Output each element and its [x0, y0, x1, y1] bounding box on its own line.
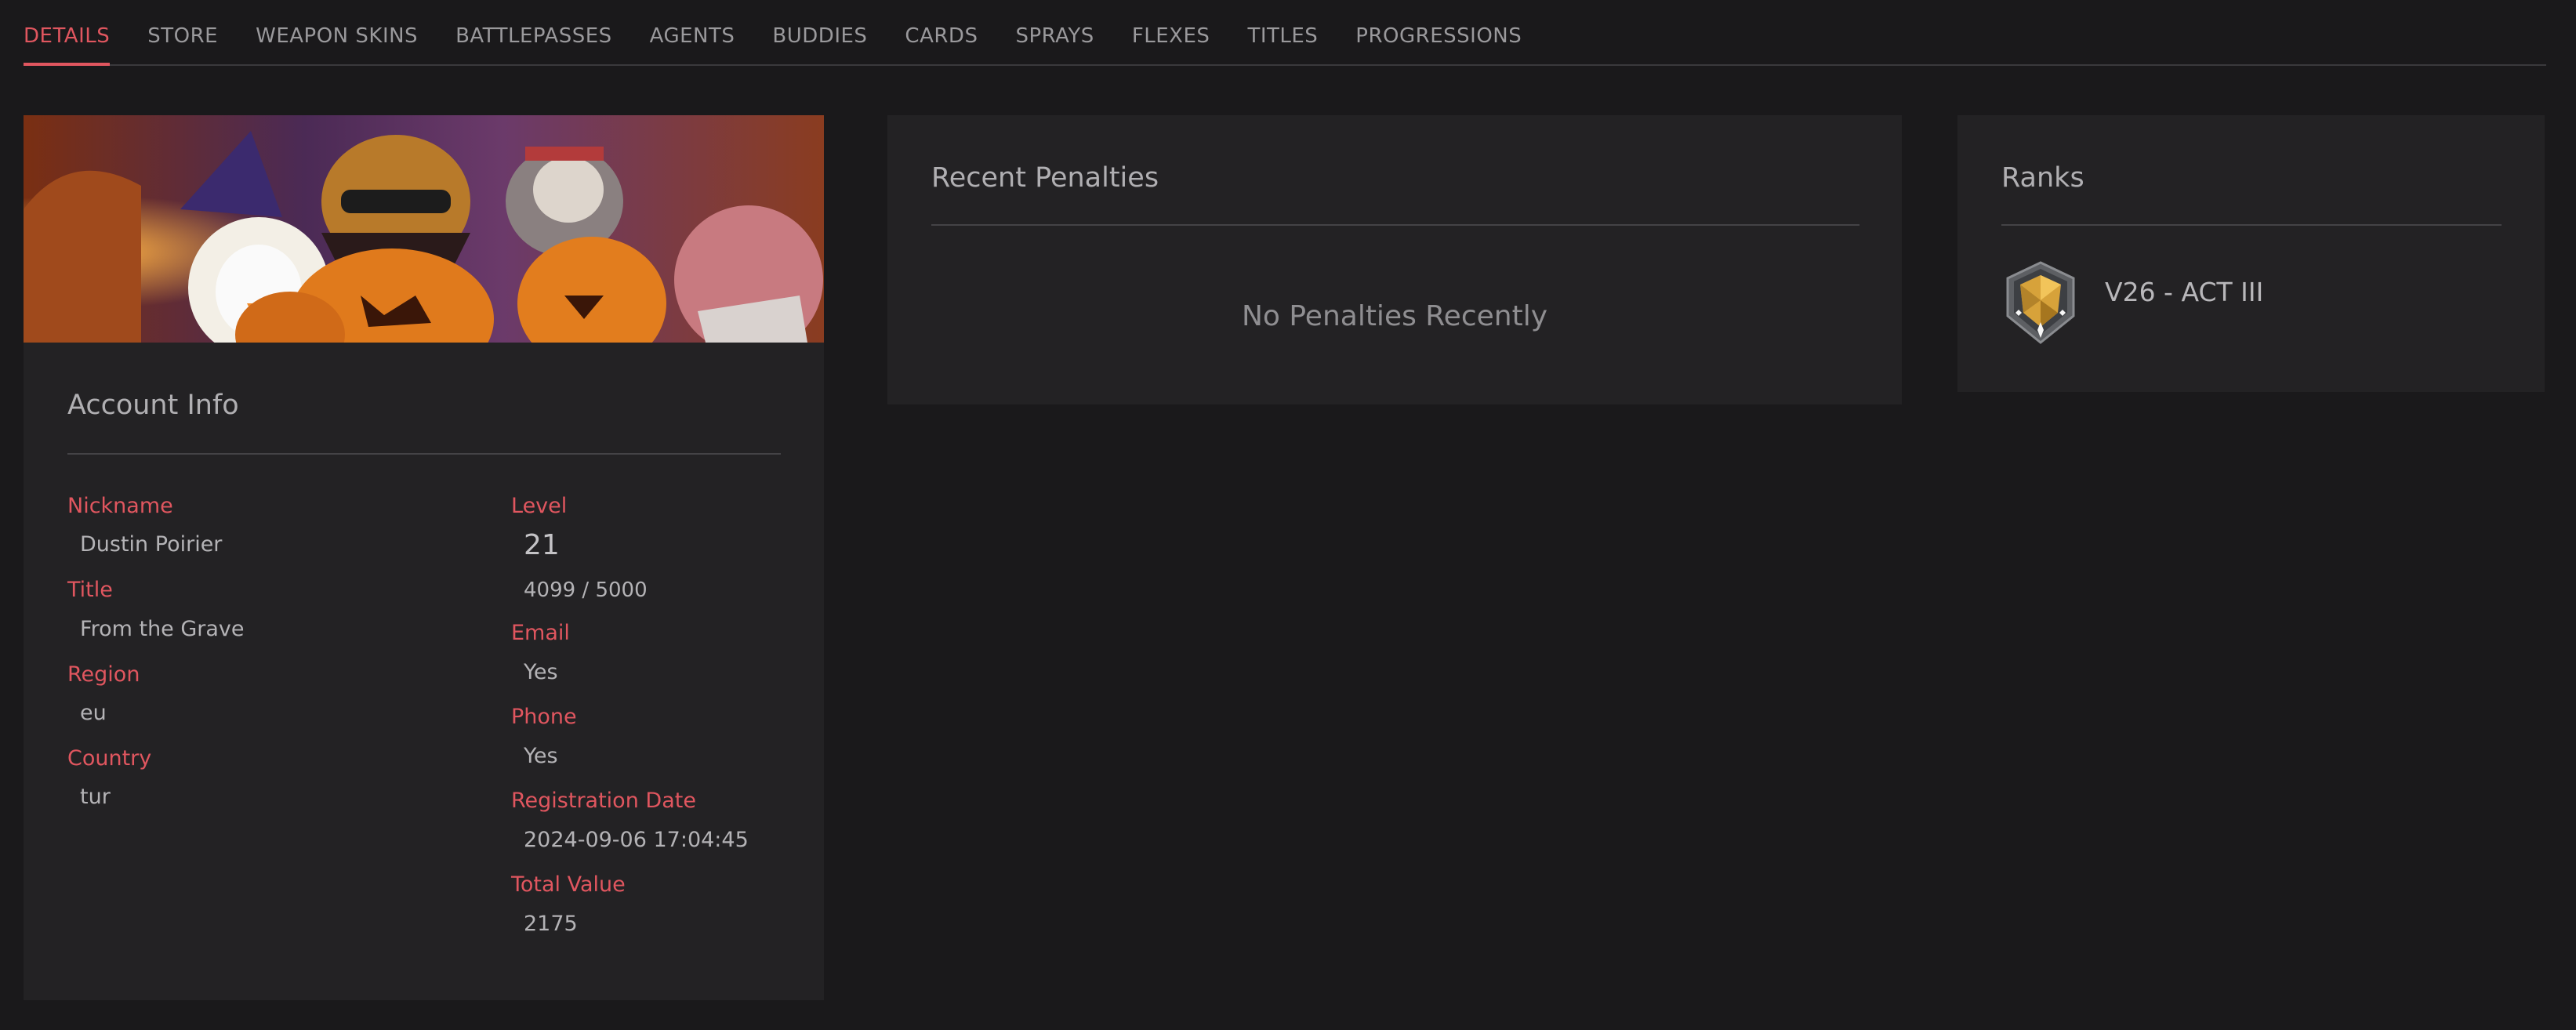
- tab-battlepasses[interactable]: BATTLEPASSES: [455, 0, 612, 66]
- title-value: From the Grave: [80, 617, 245, 641]
- player-card-banner: [24, 115, 824, 343]
- recent-penalties-card: Recent Penalties No Penalties Recently: [887, 115, 1902, 404]
- player-card-image: [24, 115, 824, 343]
- account-info-card: Account Info Nickname Dustin Poirier Tit…: [24, 115, 824, 1000]
- email-value: Yes: [524, 660, 558, 684]
- level-label: Level: [511, 494, 568, 518]
- nickname-label: Nickname: [67, 494, 173, 518]
- total-value-label: Total Value: [511, 872, 626, 897]
- region-value: eu: [80, 701, 107, 725]
- phone-label: Phone: [511, 705, 577, 729]
- region-label: Region: [67, 662, 140, 687]
- tab-buddies[interactable]: BUDDIES: [772, 0, 867, 66]
- tab-agents[interactable]: AGENTS: [650, 0, 735, 66]
- account-info-title: Account Info: [67, 390, 239, 421]
- recent-penalties-title: Recent Penalties: [931, 162, 1159, 194]
- tab-progressions[interactable]: PROGRESSIONS: [1355, 0, 1522, 66]
- tab-sprays[interactable]: SPRAYS: [1015, 0, 1094, 66]
- level-progress: 4099 / 5000: [524, 578, 648, 602]
- nickname-value: Dustin Poirier: [80, 532, 223, 557]
- title-label: Title: [67, 578, 113, 602]
- ranks-divider: [2001, 224, 2502, 226]
- tab-flexes[interactable]: FLEXES: [1132, 0, 1210, 66]
- rank-entry: V26 - ACT III: [2105, 277, 2264, 307]
- tab-cards[interactable]: CARDS: [905, 0, 978, 66]
- top-tab-bar: DETAILS STORE WEAPON SKINS BATTLEPASSES …: [24, 0, 2546, 66]
- level-value: 21: [524, 529, 560, 561]
- account-info-divider: [67, 453, 781, 455]
- gold-rank-icon: [2001, 261, 2080, 344]
- country-value: tur: [80, 785, 111, 809]
- phone-value: Yes: [524, 744, 558, 768]
- tab-weapon-skins[interactable]: WEAPON SKINS: [256, 0, 418, 66]
- country-label: Country: [67, 746, 152, 771]
- no-penalties-message: No Penalties Recently: [1241, 300, 1548, 332]
- ranks-title: Ranks: [2001, 162, 2084, 194]
- registration-date-label: Registration Date: [511, 789, 696, 813]
- tab-details[interactable]: DETAILS: [24, 0, 111, 66]
- registration-date-value: 2024-09-06 17:04:45: [524, 828, 749, 852]
- tab-store[interactable]: STORE: [147, 0, 218, 66]
- email-label: Email: [511, 621, 570, 645]
- total-value-value: 2175: [524, 912, 578, 936]
- tab-titles[interactable]: TITLES: [1247, 0, 1318, 66]
- ranks-card: Ranks V26 - ACT III: [1957, 115, 2545, 392]
- recent-penalties-divider: [931, 224, 1859, 226]
